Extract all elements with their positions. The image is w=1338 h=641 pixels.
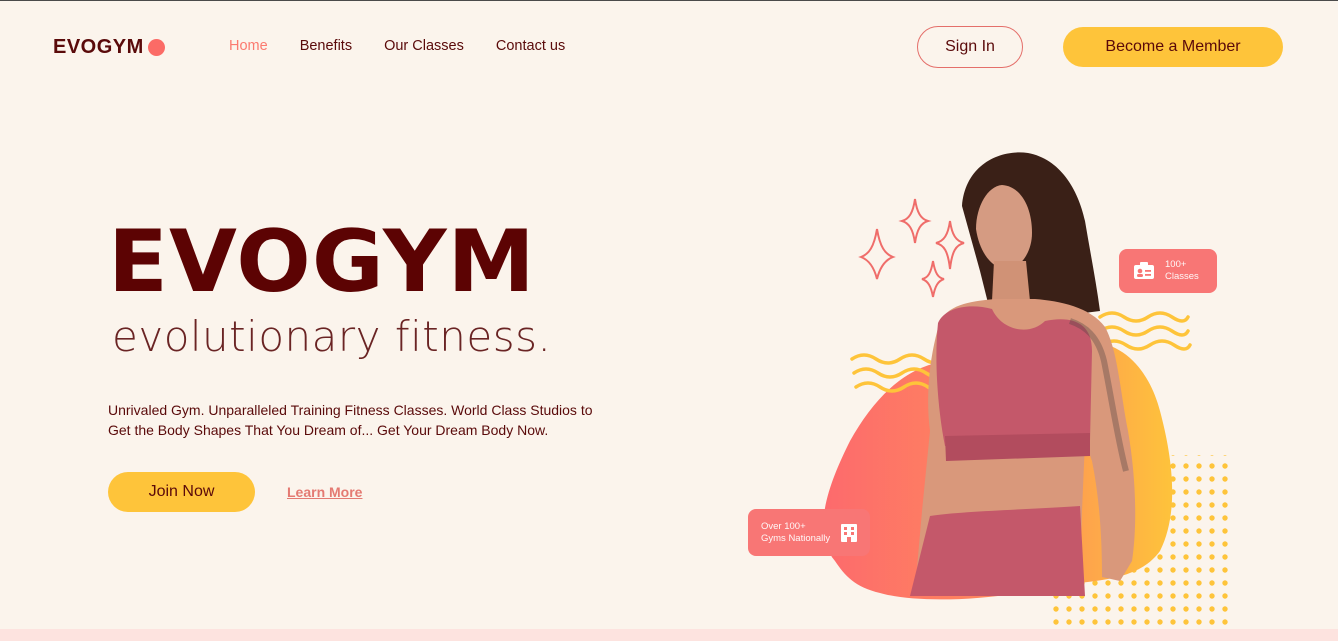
gyms-badge-label: Gyms Nationally bbox=[761, 532, 831, 544]
hero-description: Unrivaled Gym. Unparalleled Training Fit… bbox=[108, 402, 593, 438]
sparkle-icons bbox=[858, 198, 965, 298]
woman-figure bbox=[910, 152, 1136, 596]
hero-subtitle: evolutionary fitness. bbox=[112, 312, 552, 361]
become-member-button[interactable]: Become a Member bbox=[1063, 27, 1283, 67]
classes-badge-count: 100+ bbox=[1165, 259, 1187, 270]
main-nav: Home Benefits Our Classes Contact us bbox=[229, 38, 597, 54]
gyms-badge: Over 100+ Gyms Nationally bbox=[748, 509, 870, 556]
section-divider-strip bbox=[0, 629, 1338, 641]
hero-title: EVOGYM bbox=[108, 212, 536, 312]
id-card-icon bbox=[1134, 262, 1154, 279]
sign-in-button[interactable]: Sign In bbox=[917, 26, 1023, 68]
wave-lines-right bbox=[1098, 311, 1192, 351]
join-now-button[interactable]: Join Now bbox=[108, 472, 255, 512]
nav-home[interactable]: Home bbox=[229, 38, 268, 54]
classes-badge: 100+ Classes bbox=[1119, 249, 1217, 293]
classes-badge-label: Classes bbox=[1165, 271, 1199, 282]
logo-dot-icon bbox=[147, 39, 165, 56]
logo-text: EVOGYM bbox=[53, 36, 144, 58]
gyms-badge-count: Over 100+ bbox=[761, 520, 806, 532]
building-icon bbox=[841, 523, 858, 542]
logo[interactable]: EVOGYM bbox=[53, 36, 165, 59]
nav-contact-us[interactable]: Contact us bbox=[496, 38, 565, 54]
nav-benefits[interactable]: Benefits bbox=[300, 38, 352, 54]
learn-more-link[interactable]: Learn More bbox=[287, 484, 362, 500]
nav-our-classes[interactable]: Our Classes bbox=[384, 38, 464, 54]
